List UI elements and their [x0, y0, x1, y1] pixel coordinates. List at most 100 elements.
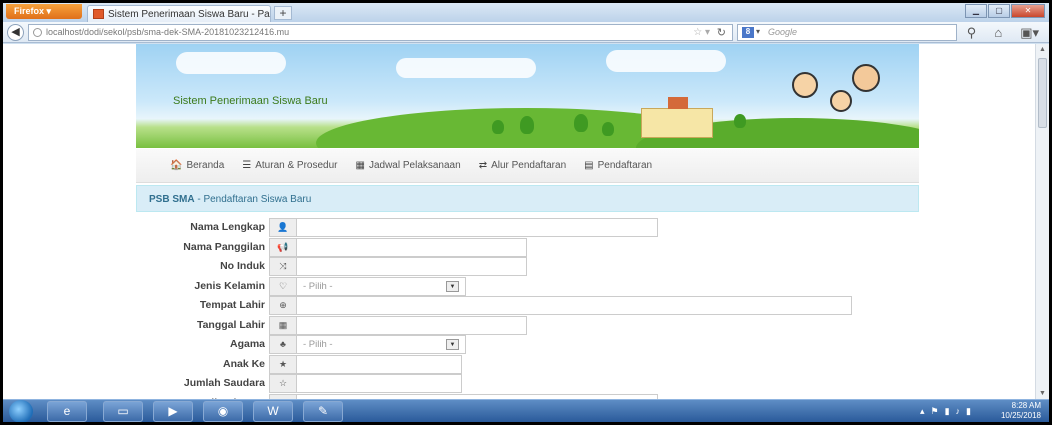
field-label: Jumlah Saudara [183, 377, 265, 389]
form-row: Jumlah Saudara ☆ [3, 374, 1003, 393]
form-row: Jenis Kelamin ♡ - Pilih - ▼ [3, 276, 1003, 296]
reload-icon[interactable]: ↻ [717, 26, 726, 39]
field-label: No Induk [220, 260, 265, 272]
search-engine-dropdown-icon[interactable]: ▾ [756, 27, 760, 36]
form-row: Tanggal Lahir ▦ [3, 315, 1003, 335]
tray-icons[interactable]: ▴⚑▮♪▮ [920, 406, 977, 417]
paint-icon[interactable]: ✎ [303, 401, 343, 422]
browser-tab[interactable]: Sistem Penerimaan Siswa Baru - Palemb... [87, 5, 271, 22]
home-icon: 🏠 [170, 160, 183, 171]
search-engine-icon[interactable]: 8 [742, 27, 754, 38]
search-bar[interactable]: 8 ▾ Google [737, 24, 957, 41]
tab-title: Sistem Penerimaan Siswa Baru - Palemb... [108, 9, 270, 20]
bookmark-star-icon[interactable]: ☆ ▾ [693, 27, 710, 38]
minimize-icon[interactable]: ▁ [965, 4, 987, 18]
user-icon: 👤 [269, 218, 296, 237]
random-icon: ⤨ [269, 257, 296, 276]
new-tab-button[interactable]: + [274, 6, 292, 20]
page-viewport: Sistem Penerimaan Siswa Baru 🏠 Beranda ☰ At… [3, 44, 1035, 399]
menu-item-aturan-prosedur[interactable]: ☰ Aturan & Prosedur [242, 160, 337, 171]
school-roof [668, 97, 688, 109]
scroll-up-icon[interactable]: ▲ [1039, 46, 1046, 53]
field-label: Nama Panggilan [183, 240, 265, 253]
toolbar-icons: ⚲ ⌂ ▣▾ [967, 25, 1039, 41]
menu-item-label: Beranda [186, 160, 225, 171]
word-icon[interactable]: W [253, 401, 293, 422]
cloud-decoration [606, 50, 726, 72]
text-input[interactable] [296, 218, 658, 237]
form-icon: ▤ [584, 160, 594, 171]
form-row: Nama Panggilan 📢 [3, 237, 1003, 257]
clock-date: 10/25/2018 [1000, 411, 1041, 420]
url-bar[interactable]: localhost/dodi/sekol/psb/sma-dek-SMA-201… [28, 24, 733, 41]
text-input[interactable] [296, 354, 462, 374]
menu-item-beranda[interactable]: 🏠 Beranda [170, 160, 224, 171]
text-input[interactable] [296, 257, 527, 276]
dropdown-arrow-icon[interactable]: ▼ [446, 280, 459, 292]
bullhorn-icon: 📢 [269, 237, 296, 257]
url-text: localhost/dodi/sekol/psb/sma-dek-SMA-201… [46, 27, 290, 37]
file-explorer-icon[interactable]: ▭ [103, 401, 143, 422]
field-label: Nama Lengkap [190, 221, 265, 233]
start-button-icon[interactable] [9, 400, 33, 422]
calendar-icon: ▦ [269, 315, 296, 335]
field-label: Tempat Lahir [199, 299, 265, 311]
select-field[interactable]: - Pilih - ▼ [296, 276, 466, 296]
cloud-decoration [176, 52, 286, 74]
child-illustration [852, 64, 880, 92]
tree-decoration [492, 120, 504, 134]
field-label: Jenis Kelamin [194, 279, 265, 292]
globe-icon: ⊕ [269, 296, 296, 315]
school-building-illustration [641, 97, 713, 138]
text-input[interactable] [296, 296, 852, 315]
text-input[interactable] [296, 237, 527, 257]
close-icon[interactable]: ✕ [1011, 4, 1045, 18]
home-icon[interactable]: ⌂ [994, 25, 1002, 41]
menu-item-alur-pendaftaran[interactable]: ⇄ Alur Pendaftaran [479, 160, 566, 171]
firefox-taskbar-icon[interactable]: ◉ [203, 401, 243, 422]
windows-taskbar: e ▭ ▶ ◉ W ✎ ▴⚑▮♪▮ 8:28 AM 10/25/2018 [3, 399, 1049, 422]
tools-menu-icon[interactable]: ▣▾ [1020, 25, 1039, 41]
firefox-menu-label: Firefox [14, 6, 45, 16]
menu-item-label: Alur Pendaftaran [491, 160, 567, 171]
vertical-scrollbar[interactable]: ▲ ▼ [1035, 44, 1049, 399]
clock-time: 8:28 AM [1011, 401, 1041, 410]
heart-icon: ♡ [269, 276, 296, 296]
search-icon[interactable]: ⚲ [967, 25, 977, 41]
child-illustration [830, 90, 852, 112]
cloud-decoration [396, 58, 536, 78]
menu-item-jadwal-pelaksanaan[interactable]: ▦ Jadwal Pelaksanaan [356, 160, 461, 171]
window-controls: ▁ ▢ ✕ [964, 4, 1045, 18]
title-bar: Firefox ▾ Sistem Penerimaan Siswa Baru -… [3, 3, 1049, 22]
tree-decoration [520, 116, 534, 134]
menu-item-label: Pendaftaran [597, 160, 653, 171]
back-button-icon[interactable]: ◀ [7, 24, 24, 41]
banner-title: Sistem Penerimaan Siswa Baru [173, 95, 328, 107]
list-icon: ☰ [242, 160, 252, 171]
navigation-bar: ◀ localhost/dodi/sekol/psb/sma-dek-SMA-2… [3, 22, 1049, 43]
form-row: Anak Ke ★ [3, 354, 1003, 374]
tree-decoration [574, 114, 588, 132]
main-menu: 🏠 Beranda ☰ Aturan & Prosedur ▦ Jadwal Pelaks… [136, 149, 919, 183]
tree-decoration [602, 122, 614, 136]
bell-icon: ♣ [269, 335, 296, 354]
scrollbar-thumb[interactable] [1038, 58, 1047, 128]
firefox-menu-button[interactable]: Firefox ▾ [6, 4, 82, 19]
internet-explorer-icon[interactable]: e [47, 401, 87, 422]
dropdown-arrow-icon[interactable]: ▼ [446, 339, 459, 350]
text-input[interactable] [296, 315, 527, 335]
favicon-icon [93, 9, 104, 19]
menu-item-label: Jadwal Pelaksanaan [368, 160, 461, 171]
browser-window: Firefox ▾ Sistem Penerimaan Siswa Baru -… [3, 3, 1049, 422]
text-input[interactable] [296, 374, 462, 393]
site-identity-icon[interactable] [33, 28, 42, 37]
tree-decoration [734, 114, 746, 128]
panel-heading: PSB SMA - Pendaftaran Siswa Baru [136, 185, 919, 212]
media-player-icon[interactable]: ▶ [153, 401, 193, 422]
maximize-icon[interactable]: ▢ [988, 4, 1010, 18]
child-illustration [792, 72, 818, 98]
system-clock[interactable]: 8:28 AM 10/25/2018 [1001, 401, 1041, 421]
select-field[interactable]: - Pilih - ▼ [296, 335, 466, 354]
menu-item-pendaftaran[interactable]: ▤ Pendaftaran [584, 160, 652, 171]
scroll-down-icon[interactable]: ▼ [1039, 390, 1046, 397]
